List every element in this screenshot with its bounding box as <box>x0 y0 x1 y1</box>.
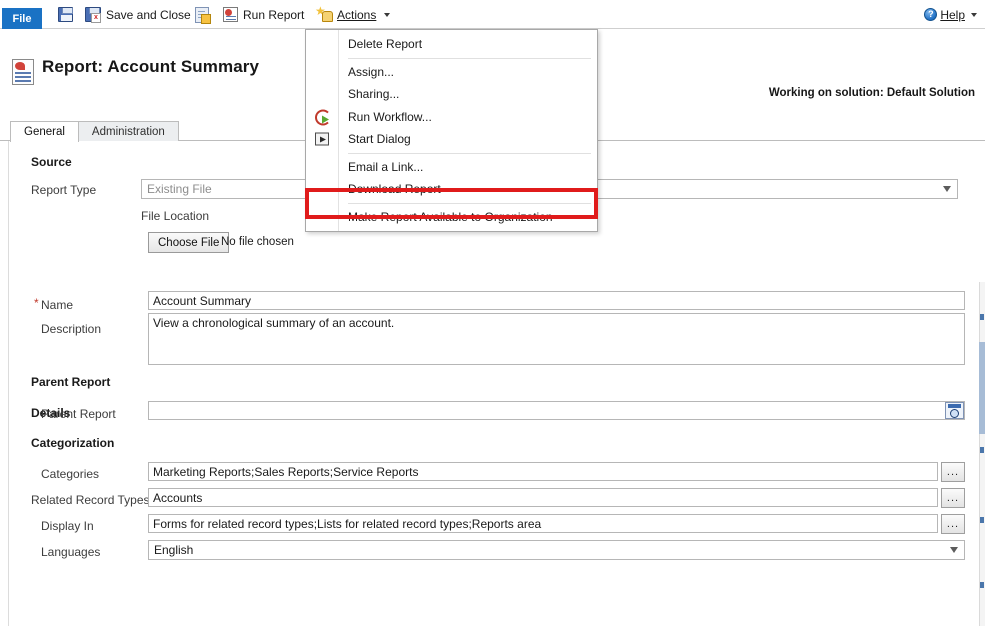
menu-item-delete-report[interactable]: Delete Report <box>306 33 597 56</box>
chevron-down-icon <box>384 13 390 17</box>
help-icon: ? <box>924 8 937 21</box>
scroll-marker <box>980 582 984 588</box>
choose-file-label: Choose File <box>158 237 219 249</box>
page-scrollbar[interactable] <box>979 282 985 626</box>
help-label: Help <box>940 8 965 22</box>
report-type-label: Report Type <box>31 183 96 197</box>
tab-general-label: General <box>24 126 65 138</box>
section-heading-source: Source <box>31 155 72 169</box>
tab-general[interactable]: General <box>10 121 79 142</box>
parent-report-input[interactable] <box>148 401 965 420</box>
actions-label: Actions <box>337 8 376 22</box>
page-title: Report: Account Summary <box>42 57 259 77</box>
report-type-chevron-down-icon <box>943 186 951 192</box>
report-record-icon <box>12 59 34 85</box>
run-report-button[interactable]: Run Report <box>218 0 309 29</box>
tab-administration[interactable]: Administration <box>78 121 179 142</box>
workflow-icon <box>315 109 330 124</box>
save-button[interactable] <box>53 0 78 29</box>
application-window: File Save and Close Run Report Actions ?… <box>0 0 985 626</box>
menu-item-run-workflow[interactable]: Run Workflow... <box>306 106 597 129</box>
lookup-icon[interactable] <box>945 402 964 419</box>
menu-item-download-report[interactable]: Download Report <box>306 178 597 201</box>
actions-dropdown-menu[interactable]: Delete Report Assign... Sharing... Run W… <box>305 29 598 232</box>
name-required-indicator: * <box>34 296 39 310</box>
run-report-icon <box>223 7 238 22</box>
languages-value: English <box>154 543 193 557</box>
menu-separator <box>348 153 591 154</box>
languages-label: Languages <box>41 545 100 559</box>
menu-item-label: Email a Link... <box>348 160 423 174</box>
no-file-chosen-text: No file chosen <box>221 236 294 248</box>
menu-item-start-dialog[interactable]: Start Dialog <box>306 128 597 151</box>
display-in-input[interactable] <box>148 514 938 533</box>
display-in-label: Display In <box>41 519 94 533</box>
file-tab[interactable]: File <box>2 8 42 30</box>
categories-input[interactable] <box>148 462 938 481</box>
solution-context-label: Working on solution: Default Solution <box>769 87 975 99</box>
help-chevron-down-icon <box>971 13 977 17</box>
related-record-types-input[interactable] <box>148 488 938 507</box>
menu-separator <box>348 203 591 204</box>
run-report-label: Run Report <box>243 8 304 22</box>
menu-item-label: Run Workflow... <box>348 110 432 124</box>
display-in-browse-button[interactable]: ... <box>941 514 965 534</box>
section-heading-parent-report: Parent Report <box>31 375 110 389</box>
save-and-close-button[interactable]: Save and Close <box>80 0 196 29</box>
menu-item-label: Make Report Available to Organization <box>348 210 553 224</box>
menu-item-email-a-link[interactable]: Email a Link... <box>306 156 597 179</box>
tab-administration-label: Administration <box>92 126 165 138</box>
categories-browse-button[interactable]: ... <box>941 462 965 482</box>
menu-item-label: Download Report <box>348 182 441 196</box>
name-label: Name <box>41 298 73 312</box>
page-scrollbar-thumb[interactable] <box>979 342 985 434</box>
parent-report-label: Parent Report <box>41 407 116 421</box>
related-record-types-label: Related Record Types <box>31 493 150 507</box>
categories-browse-label: ... <box>947 468 959 476</box>
new-record-icon <box>195 7 209 23</box>
menu-item-label: Sharing... <box>348 87 399 101</box>
save-and-close-label: Save and Close <box>106 8 191 22</box>
menu-item-label: Assign... <box>348 65 394 79</box>
save-and-close-icon <box>85 7 101 22</box>
menu-item-sharing[interactable]: Sharing... <box>306 83 597 106</box>
languages-select[interactable]: English <box>148 540 965 560</box>
file-tab-label: File <box>13 13 32 25</box>
related-record-types-browse-label: ... <box>947 494 959 502</box>
related-record-types-browse-button[interactable]: ... <box>941 488 965 508</box>
command-bar: File Save and Close Run Report Actions ?… <box>0 0 985 29</box>
actions-menu-button[interactable]: Actions <box>311 0 395 29</box>
report-type-value: Existing File <box>147 182 212 196</box>
display-in-browse-label: ... <box>947 520 959 528</box>
name-input[interactable] <box>148 291 965 310</box>
help-button[interactable]: ? Help <box>924 0 977 29</box>
menu-item-label: Delete Report <box>348 37 422 51</box>
section-heading-categorization: Categorization <box>31 436 114 450</box>
form-tabstrip: General Administration <box>10 121 178 142</box>
scroll-marker <box>980 517 984 523</box>
languages-chevron-down-icon <box>950 547 958 553</box>
choose-file-button[interactable]: Choose File <box>148 232 229 253</box>
menu-item-assign[interactable]: Assign... <box>306 61 597 84</box>
start-dialog-icon <box>315 133 329 146</box>
file-location-label: File Location <box>141 209 209 223</box>
description-textarea[interactable] <box>148 313 965 365</box>
save-icon <box>58 7 73 22</box>
menu-separator <box>348 58 591 59</box>
new-button[interactable] <box>190 0 214 29</box>
scroll-marker <box>980 314 984 320</box>
actions-icon <box>316 8 332 22</box>
description-label: Description <box>41 322 101 336</box>
menu-item-make-report-available-to-organization[interactable]: Make Report Available to Organization <box>306 206 597 229</box>
scroll-marker <box>980 447 984 453</box>
menu-item-label: Start Dialog <box>348 132 411 146</box>
categories-label: Categories <box>41 467 99 481</box>
